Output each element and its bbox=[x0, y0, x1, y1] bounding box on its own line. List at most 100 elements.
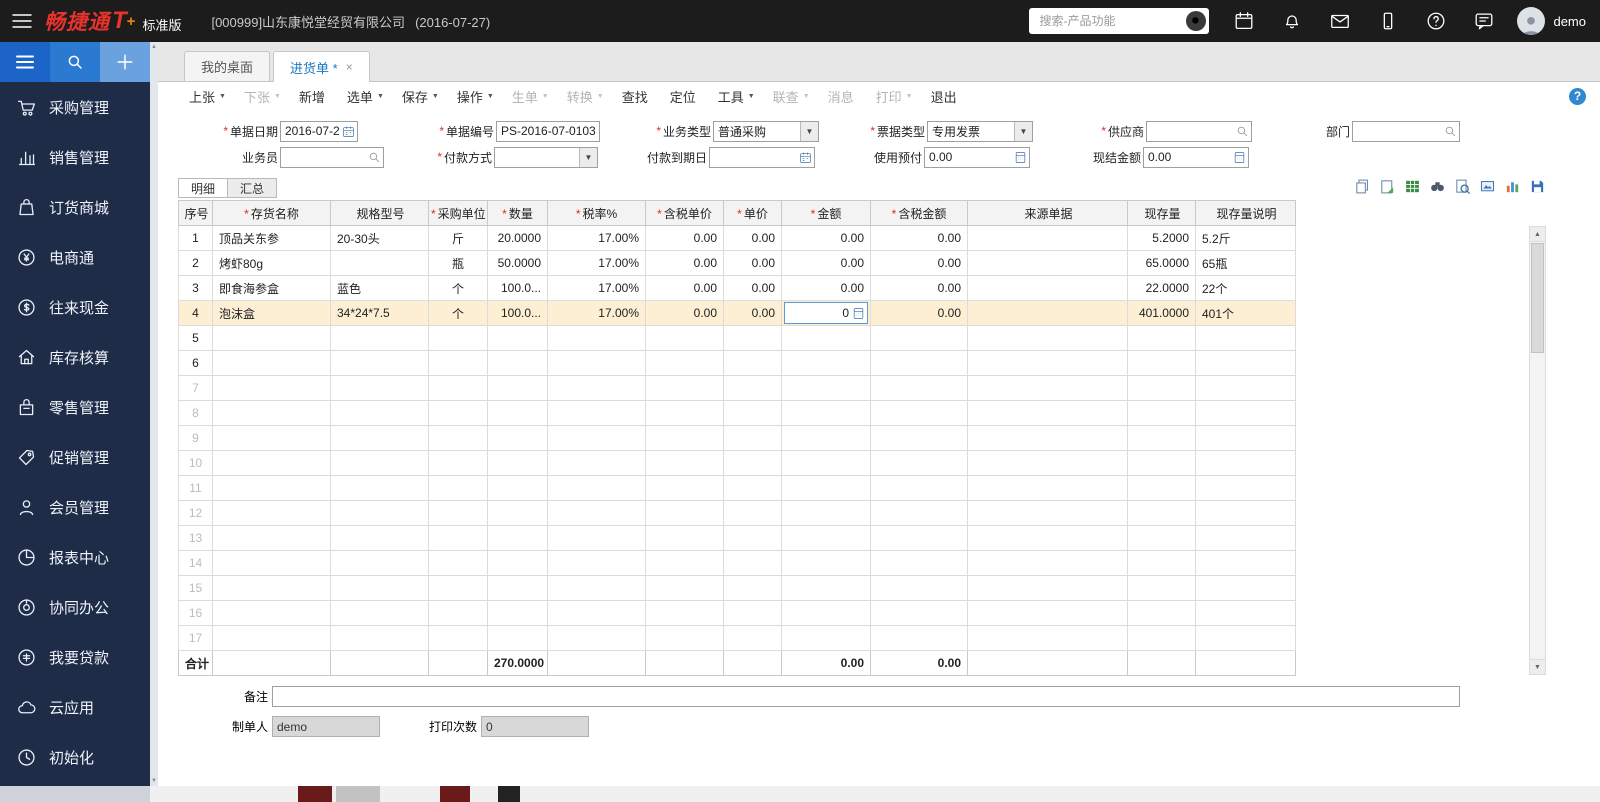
table-row[interactable]: 10 bbox=[178, 450, 1296, 476]
cell-price[interactable] bbox=[723, 425, 782, 451]
table-row[interactable]: 13 bbox=[178, 525, 1296, 551]
cell-amount[interactable]: 0.00 bbox=[781, 275, 871, 301]
cell-price[interactable]: 0.00 bbox=[723, 300, 782, 326]
chevron-down-icon[interactable]: ▼ bbox=[800, 121, 818, 141]
toolbar-item[interactable]: 操作 ▼ bbox=[448, 87, 503, 106]
col-header[interactable]: * 含税金额 bbox=[870, 200, 968, 226]
copy-icon[interactable] bbox=[1354, 178, 1371, 195]
table-row[interactable]: 4 泡沫盒 34*24*7.5 个 100.0... 17.00% 0.00 0… bbox=[178, 300, 1296, 326]
calendar-icon[interactable] bbox=[339, 122, 357, 141]
cell-tax-price[interactable]: 0.00 bbox=[645, 300, 724, 326]
cell-price[interactable]: 0.00 bbox=[723, 275, 782, 301]
table-row[interactable]: 6 bbox=[178, 350, 1296, 376]
cell-unit[interactable]: 瓶 bbox=[428, 250, 488, 276]
cell-source[interactable] bbox=[967, 275, 1128, 301]
cell-item-name[interactable] bbox=[212, 500, 331, 526]
calculator-icon[interactable] bbox=[1230, 148, 1248, 167]
cell-qty[interactable] bbox=[487, 375, 548, 401]
toolbar-item[interactable]: 工具 ▼ bbox=[709, 87, 764, 106]
cell-tax-price[interactable] bbox=[645, 375, 724, 401]
cell-tax-price[interactable]: 0.00 bbox=[645, 225, 724, 251]
col-header[interactable]: 来源单据 bbox=[967, 200, 1128, 226]
cell-price[interactable]: 0.00 bbox=[723, 250, 782, 276]
cell-unit[interactable] bbox=[428, 425, 488, 451]
tab-close-icon[interactable]: × bbox=[346, 60, 353, 74]
cell-spec[interactable] bbox=[330, 350, 429, 376]
export-image-icon[interactable] bbox=[1479, 178, 1496, 195]
cell-price[interactable] bbox=[723, 500, 782, 526]
table-row[interactable]: 5 bbox=[178, 325, 1296, 351]
cell-spec[interactable] bbox=[330, 500, 429, 526]
cell-source[interactable] bbox=[967, 450, 1128, 476]
col-header[interactable]: * 金额 bbox=[781, 200, 871, 226]
cell-tax-price[interactable]: 0.00 bbox=[645, 250, 724, 276]
cell-unit[interactable]: 斤 bbox=[428, 225, 488, 251]
cell-spec[interactable] bbox=[330, 325, 429, 351]
toolbar-item[interactable]: 选单 ▼ bbox=[338, 87, 393, 106]
cell-source[interactable] bbox=[967, 350, 1128, 376]
cell-qty[interactable]: 50.0000 bbox=[487, 250, 548, 276]
cell-tax-rate[interactable] bbox=[547, 575, 646, 601]
cell-source[interactable] bbox=[967, 475, 1128, 501]
cell-tax-price[interactable] bbox=[645, 525, 724, 551]
cell-qty[interactable] bbox=[487, 325, 548, 351]
invoice-type-select[interactable]: 专用发票 ▼ bbox=[927, 120, 1033, 142]
toolbar-item[interactable]: 退出 bbox=[922, 87, 970, 106]
cell-qty[interactable] bbox=[487, 525, 548, 551]
cell-tax-price[interactable] bbox=[645, 400, 724, 426]
avatar[interactable] bbox=[1517, 7, 1546, 35]
table-row[interactable]: 8 bbox=[178, 400, 1296, 426]
sidebar-item-office[interactable]: 协同办公 bbox=[0, 582, 150, 632]
cell-spec[interactable] bbox=[330, 400, 429, 426]
cell-tax-price[interactable] bbox=[645, 475, 724, 501]
cell-tax-rate[interactable] bbox=[547, 375, 646, 401]
salesman-field[interactable] bbox=[280, 146, 384, 168]
search-input[interactable] bbox=[1039, 14, 1187, 28]
cell-tax-amount[interactable] bbox=[870, 575, 968, 601]
calendar-icon[interactable] bbox=[1233, 10, 1255, 32]
cell-price[interactable] bbox=[723, 550, 782, 576]
cell-unit[interactable]: 个 bbox=[428, 275, 488, 301]
calendar-icon[interactable] bbox=[796, 148, 814, 167]
cell-spec[interactable]: 34*24*7.5 bbox=[330, 300, 429, 326]
cell-qty[interactable] bbox=[487, 350, 548, 376]
sidebar-item-retail[interactable]: 零售管理 bbox=[0, 382, 150, 432]
cell-tax-rate[interactable] bbox=[547, 325, 646, 351]
cell-item-name[interactable] bbox=[212, 475, 331, 501]
help-icon[interactable] bbox=[1425, 10, 1447, 32]
sidebar-item-cash[interactable]: 往来现金 bbox=[0, 282, 150, 332]
cell-tax-amount[interactable] bbox=[870, 400, 968, 426]
grid-scrollbar[interactable]: ▲ ▼ bbox=[1529, 226, 1546, 675]
col-header[interactable]: * 税率% bbox=[547, 200, 646, 226]
scroll-up-icon[interactable]: ▲ bbox=[1530, 227, 1545, 242]
feedback-icon[interactable] bbox=[1473, 10, 1495, 32]
sidebar-item-inventory[interactable]: 库存核算 bbox=[0, 332, 150, 382]
cell-tax-amount[interactable]: 0.00 bbox=[870, 250, 968, 276]
cell-amount[interactable] bbox=[781, 325, 871, 351]
cell-item-name[interactable] bbox=[212, 375, 331, 401]
table-row[interactable]: 9 bbox=[178, 425, 1296, 451]
cell-spec[interactable] bbox=[330, 600, 429, 626]
col-header[interactable]: 现存量 bbox=[1127, 200, 1196, 226]
sidebar-item-member[interactable]: 会员管理 bbox=[0, 482, 150, 532]
cell-item-name[interactable] bbox=[212, 525, 331, 551]
cell-tax-price[interactable] bbox=[645, 425, 724, 451]
cell-unit[interactable]: 个 bbox=[428, 300, 488, 326]
calculator-icon[interactable] bbox=[852, 307, 865, 320]
amount-editor[interactable]: 0 bbox=[784, 302, 868, 324]
sidebar-menu-icon[interactable] bbox=[0, 42, 50, 82]
cell-tax-amount[interactable]: 0.00 bbox=[870, 300, 968, 326]
cell-tax-amount[interactable] bbox=[870, 325, 968, 351]
cell-price[interactable] bbox=[723, 400, 782, 426]
business-type-select[interactable]: 普通采购 ▼ bbox=[713, 120, 819, 142]
global-search[interactable] bbox=[1029, 8, 1210, 34]
cell-tax-amount[interactable] bbox=[870, 450, 968, 476]
sidebar-item-ecommerce[interactable]: 电商通 bbox=[0, 232, 150, 282]
cell-unit[interactable] bbox=[428, 525, 488, 551]
col-header[interactable]: * 数量 bbox=[487, 200, 548, 226]
sidebar-item-loan[interactable]: 我要贷款 bbox=[0, 632, 150, 682]
binoculars-icon[interactable] bbox=[1429, 178, 1446, 195]
chevron-down-icon[interactable]: ▼ bbox=[579, 147, 597, 167]
cell-item-name[interactable] bbox=[212, 425, 331, 451]
tab-my-desktop[interactable]: 我的桌面 bbox=[184, 51, 271, 81]
